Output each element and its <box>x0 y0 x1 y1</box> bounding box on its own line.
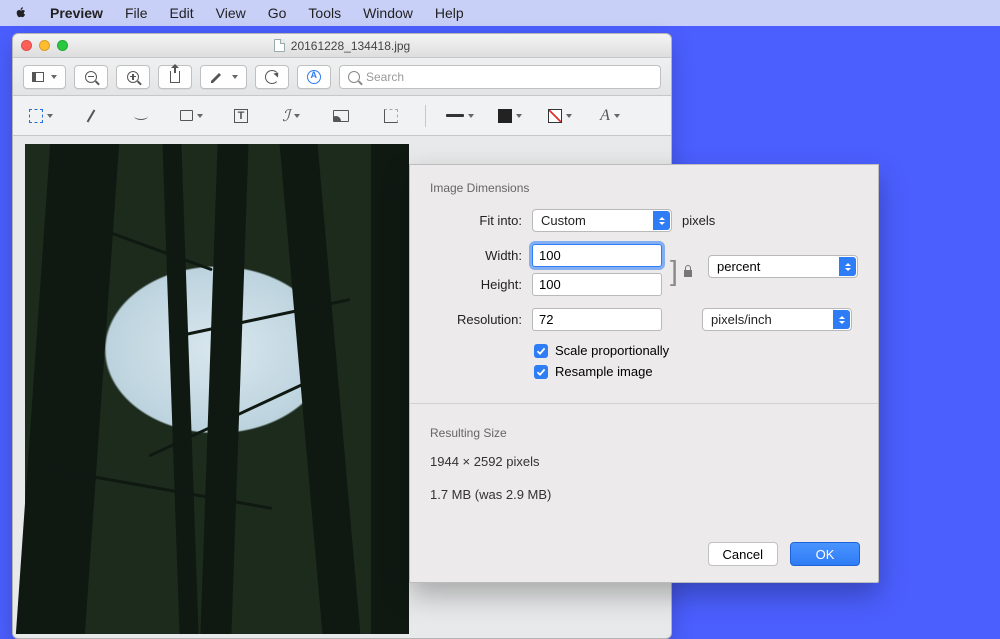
separator <box>425 105 426 127</box>
close-window-button[interactable] <box>21 40 32 51</box>
border-color-tool[interactable] <box>494 104 526 128</box>
scale-proportionally-checkbox[interactable] <box>534 344 548 358</box>
zoom-window-button[interactable] <box>57 40 68 51</box>
text-style-tool[interactable]: A <box>594 104 626 128</box>
shape-icon <box>180 110 193 121</box>
chevron-updown-icon <box>839 257 856 276</box>
window-titlebar[interactable]: 20161228_134418.jpg <box>13 34 671 58</box>
photo-content <box>25 144 409 634</box>
instant-alpha-tool[interactable] <box>75 104 107 128</box>
adjust-color-icon <box>333 110 349 122</box>
text-tool[interactable]: T <box>225 104 257 128</box>
search-field[interactable]: Search <box>339 65 661 89</box>
height-input[interactable] <box>532 273 662 296</box>
zoom-in-button[interactable] <box>116 65 150 89</box>
traffic-lights <box>21 40 68 51</box>
line-style-tool[interactable] <box>444 104 476 128</box>
border-color-icon <box>498 109 512 123</box>
adjust-color-tool[interactable] <box>325 104 357 128</box>
highlight-button[interactable] <box>200 65 247 89</box>
selection-icon <box>29 109 43 123</box>
menubar-app-name[interactable]: Preview <box>50 5 103 21</box>
rotate-button[interactable] <box>255 65 289 89</box>
minimize-window-button[interactable] <box>39 40 50 51</box>
shapes-tool[interactable] <box>175 104 207 128</box>
font-icon: A <box>600 107 610 125</box>
resulting-filesize: 1.7 MB (was 2.9 MB) <box>430 487 858 502</box>
fit-into-label: Fit into: <box>430 213 522 228</box>
apple-icon[interactable] <box>14 6 28 20</box>
sidebar-view-button[interactable] <box>23 65 66 89</box>
height-label: Height: <box>430 277 522 292</box>
adjust-size-dialog: Image Dimensions Fit into: Custom pixels… <box>409 164 879 583</box>
preview-window: 20161228_134418.jpg Search T ℐ A <box>12 33 672 639</box>
resolution-label: Resolution: <box>430 312 522 327</box>
zoom-out-button[interactable] <box>74 65 108 89</box>
markup-toolbar: T ℐ A <box>13 96 671 136</box>
chevron-updown-icon <box>833 310 850 329</box>
resample-image-label: Resample image <box>555 364 653 379</box>
share-button[interactable] <box>158 65 192 89</box>
width-input[interactable] <box>532 244 662 267</box>
menubar-item-view[interactable]: View <box>216 5 246 21</box>
fit-into-select[interactable]: Custom <box>532 209 672 232</box>
rotate-icon <box>265 70 279 84</box>
document-icon <box>274 39 285 52</box>
menubar-item-tools[interactable]: Tools <box>308 5 341 21</box>
ok-button[interactable]: OK <box>790 542 860 566</box>
resolution-unit-value: pixels/inch <box>711 312 772 327</box>
adjust-size-tool[interactable] <box>375 104 407 128</box>
selection-tool[interactable] <box>25 104 57 128</box>
resulting-size-heading: Resulting Size <box>430 426 858 440</box>
divider <box>410 403 878 404</box>
menubar-item-file[interactable]: File <box>125 5 148 21</box>
share-icon <box>170 71 180 83</box>
main-toolbar: Search <box>13 58 671 96</box>
resolution-unit-select[interactable]: pixels/inch <box>702 308 852 331</box>
resolution-input[interactable] <box>532 308 662 331</box>
fit-into-value: Custom <box>541 213 586 228</box>
search-icon <box>348 71 360 83</box>
fill-color-icon <box>548 109 562 123</box>
markup-icon <box>307 70 321 84</box>
menubar-item-edit[interactable]: Edit <box>170 5 194 21</box>
macos-menubar: Preview File Edit View Go Tools Window H… <box>0 0 1000 26</box>
sign-tool[interactable]: ℐ <box>275 104 307 128</box>
lock-icon[interactable] <box>682 264 694 278</box>
window-title: 20161228_134418.jpg <box>291 39 410 53</box>
width-label: Width: <box>430 248 522 263</box>
wand-icon <box>87 109 96 122</box>
dimension-unit-select[interactable]: percent <box>708 255 858 278</box>
menubar-item-go[interactable]: Go <box>268 5 287 21</box>
dimension-unit-value: percent <box>717 259 760 274</box>
markup-toolbar-button[interactable] <box>297 65 331 89</box>
menubar-item-window[interactable]: Window <box>363 5 413 21</box>
sketch-tool[interactable] <box>125 104 157 128</box>
cancel-button[interactable]: Cancel <box>708 542 778 566</box>
zoom-in-icon <box>127 71 139 83</box>
fill-color-tool[interactable] <box>544 104 576 128</box>
menubar-item-help[interactable]: Help <box>435 5 464 21</box>
signature-icon: ℐ <box>282 106 290 126</box>
scale-proportionally-label: Scale proportionally <box>555 343 669 358</box>
resample-image-checkbox[interactable] <box>534 365 548 379</box>
search-placeholder: Search <box>366 70 404 84</box>
fit-into-unit: pixels <box>682 213 715 228</box>
chevron-updown-icon <box>653 211 670 230</box>
zoom-out-icon <box>85 71 97 83</box>
line-icon <box>446 114 464 117</box>
image-dimensions-heading: Image Dimensions <box>430 181 858 195</box>
adjust-size-icon <box>384 109 398 123</box>
resulting-dimensions: 1944 × 2592 pixels <box>430 454 858 469</box>
